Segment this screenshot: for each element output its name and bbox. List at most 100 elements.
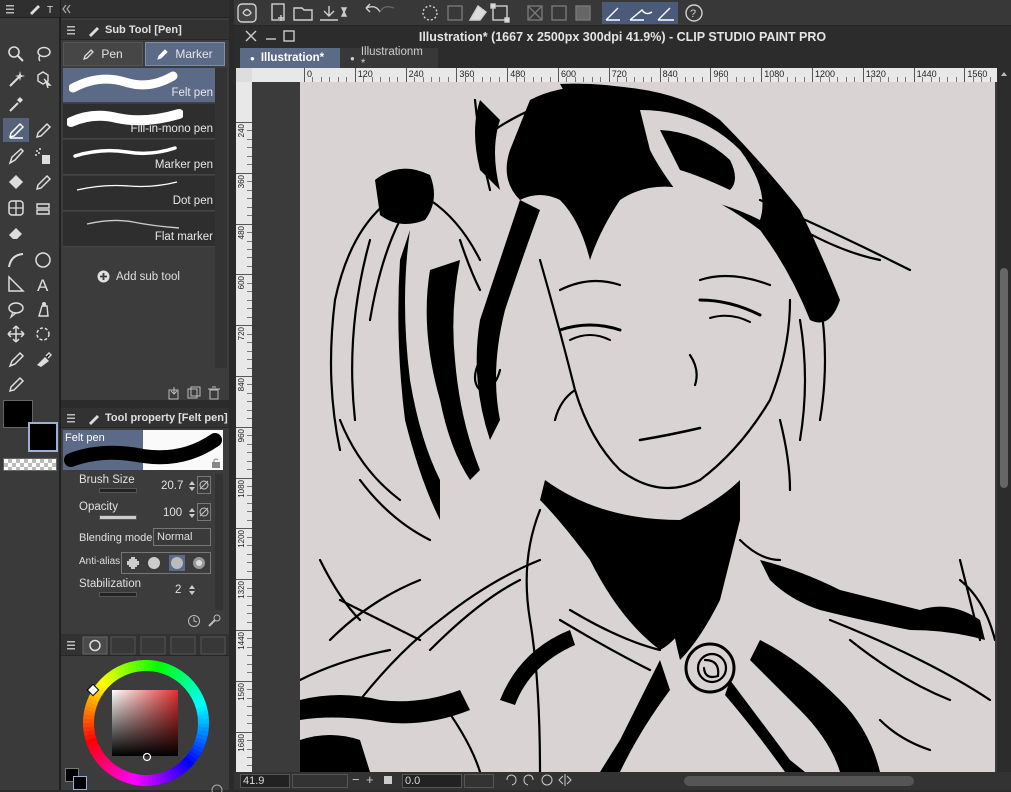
opacity-stepper-icon[interactable] bbox=[189, 507, 195, 519]
color-settings-icon[interactable] bbox=[211, 784, 223, 792]
antialias-none-icon[interactable] bbox=[126, 556, 140, 570]
liquify-tool-icon[interactable] bbox=[30, 347, 56, 371]
delete-subtool-icon[interactable] bbox=[207, 386, 221, 400]
opacity-slider[interactable] bbox=[99, 515, 137, 520]
rotation-slider[interactable] bbox=[464, 774, 494, 788]
object-select-icon[interactable] bbox=[30, 67, 56, 91]
ruler-v-label: 240 bbox=[237, 124, 246, 138]
zoom-out-icon[interactable]: − bbox=[352, 772, 360, 787]
magic-wand-icon[interactable] bbox=[3, 67, 29, 91]
vertical-ruler: 240 360 480 600 720 840 960 1080 1200 1320 1440 156… bbox=[236, 82, 252, 772]
stabilization-slider[interactable] bbox=[99, 592, 137, 597]
subtool-item-marker-pen[interactable]: Marker pen bbox=[63, 140, 215, 175]
text-tool-icon[interactable]: A bbox=[30, 272, 56, 296]
rotation-field[interactable]: 0.0 bbox=[402, 774, 462, 788]
decoration-tool-icon[interactable] bbox=[30, 170, 56, 194]
minimize-window-icon[interactable] bbox=[264, 29, 278, 43]
canvas-vertical-scrollbar[interactable] bbox=[997, 68, 1011, 772]
ruler-h-label: 0 bbox=[307, 69, 313, 79]
maximize-window-icon[interactable] bbox=[282, 29, 296, 43]
flip-horizontal-icon[interactable] bbox=[558, 773, 572, 787]
stabilization-row[interactable]: Stabilization 2 bbox=[77, 578, 217, 602]
doc-tab-illustrationm[interactable]: ● Illustrationm * bbox=[340, 46, 438, 70]
subtool-item-flat-marker[interactable]: Flat marker bbox=[63, 212, 215, 247]
tab-marker[interactable]: Marker bbox=[145, 42, 225, 66]
zoom-tool-icon[interactable] bbox=[3, 42, 29, 66]
ruler-h-label: 600 bbox=[561, 69, 577, 79]
color-panel-tabs bbox=[61, 634, 229, 656]
figure-tool-icon[interactable] bbox=[30, 248, 56, 272]
zoom-field[interactable]: 41.9 bbox=[240, 774, 290, 788]
sub-color-swatch[interactable] bbox=[28, 422, 58, 452]
brush-size-slider[interactable] bbox=[99, 488, 137, 493]
antialias-strong-icon[interactable] bbox=[192, 556, 206, 570]
brush-tool-icon[interactable] bbox=[3, 144, 29, 168]
anti-alias-row[interactable]: Anti-alias bbox=[77, 552, 217, 574]
correct-line-icon[interactable] bbox=[30, 298, 56, 322]
frame-border-icon[interactable] bbox=[3, 196, 29, 220]
brush-size-stepper-icon[interactable] bbox=[189, 480, 195, 492]
subtool-item-fill-in-mono-pen[interactable]: Fill-in-mono pen bbox=[63, 104, 215, 139]
ruler-tool-icon[interactable] bbox=[3, 272, 29, 296]
scroll-up-icon[interactable] bbox=[1000, 70, 1008, 78]
eyedropper-icon[interactable] bbox=[3, 92, 29, 116]
horizontal-scroll-thumb[interactable] bbox=[684, 776, 914, 786]
rotate-tool-icon[interactable] bbox=[30, 322, 56, 346]
zoom-in-icon[interactable]: + bbox=[366, 772, 374, 787]
color-wheel[interactable] bbox=[79, 656, 213, 790]
opacity-value[interactable]: 100 bbox=[163, 507, 182, 519]
ruler-v-label: 1080 bbox=[237, 479, 246, 498]
pencil-tool-icon[interactable] bbox=[30, 118, 56, 142]
subtool-scrollbar[interactable] bbox=[215, 68, 227, 368]
fill-tool-icon[interactable] bbox=[3, 170, 29, 194]
zoom-slider[interactable] bbox=[292, 774, 348, 788]
stabilization-value[interactable]: 2 bbox=[175, 584, 181, 596]
opacity-label: Opacity bbox=[79, 501, 118, 513]
tab-pen[interactable]: Pen bbox=[63, 42, 143, 66]
reset-icon[interactable] bbox=[187, 614, 201, 628]
subtool-item-felt-pen[interactable]: Felt pen bbox=[63, 68, 215, 103]
antialias-medium-icon[interactable] bbox=[168, 555, 185, 571]
pen-tool-icon[interactable] bbox=[3, 118, 29, 142]
close-window-icon[interactable] bbox=[244, 29, 258, 43]
reset-rotation-icon[interactable] bbox=[540, 773, 554, 787]
drawing-canvas[interactable] bbox=[300, 82, 995, 772]
blending-mode-row[interactable]: Blending mode Normal bbox=[77, 528, 217, 548]
eraser-tool-icon[interactable] bbox=[3, 220, 29, 244]
ruler-v-tick bbox=[236, 680, 252, 682]
duplicate-subtool-icon[interactable] bbox=[187, 386, 201, 400]
opacity-row[interactable]: Opacity 100 bbox=[77, 501, 217, 525]
transparent-color-swatch[interactable] bbox=[3, 458, 57, 471]
fit-screen-icon[interactable] bbox=[384, 776, 392, 784]
balloon-tool-icon[interactable] bbox=[3, 298, 29, 322]
tool-property-footer bbox=[187, 614, 221, 628]
anti-alias-options[interactable] bbox=[121, 552, 211, 574]
wrench-icon[interactable] bbox=[207, 614, 221, 628]
mini-sub-color[interactable] bbox=[73, 776, 87, 790]
stabilization-stepper-icon[interactable] bbox=[189, 584, 195, 596]
vector-pen-icon[interactable] bbox=[3, 372, 29, 396]
copy-subtool-icon[interactable] bbox=[167, 386, 181, 400]
tool-palette-header: T bbox=[0, 0, 60, 18]
doc-tab-illustration[interactable]: ● Illustration* bbox=[240, 48, 340, 68]
tool-property-title: Tool property [Felt pen] bbox=[105, 411, 228, 424]
brush-size-row[interactable]: Brush Size 20.7 bbox=[77, 474, 217, 498]
brush-size-value[interactable]: 20.7 bbox=[161, 480, 183, 492]
lasso-tool-icon[interactable] bbox=[30, 42, 56, 66]
scroll-thumb[interactable] bbox=[1000, 268, 1008, 488]
curve-tool-icon[interactable] bbox=[3, 248, 29, 272]
pressure-toggle-icon[interactable] bbox=[197, 476, 211, 494]
add-subtool-button[interactable]: Add sub tool bbox=[97, 270, 180, 283]
move-tool-icon[interactable] bbox=[3, 322, 29, 346]
tool-property-scrollbar[interactable] bbox=[215, 474, 223, 610]
layer-move-icon[interactable] bbox=[30, 196, 56, 220]
airbrush-tool-icon[interactable] bbox=[30, 144, 56, 168]
blend-tool-icon[interactable] bbox=[3, 347, 29, 371]
rotate-left-icon[interactable] bbox=[504, 773, 518, 787]
antialias-weak-icon[interactable] bbox=[147, 556, 161, 570]
rotate-right-icon[interactable] bbox=[522, 773, 536, 787]
blending-mode-select[interactable]: Normal bbox=[153, 528, 211, 546]
lock-icon[interactable] bbox=[211, 458, 221, 468]
subtool-item-dot-pen[interactable]: Dot pen bbox=[63, 176, 215, 211]
opacity-pressure-icon[interactable] bbox=[197, 503, 211, 521]
